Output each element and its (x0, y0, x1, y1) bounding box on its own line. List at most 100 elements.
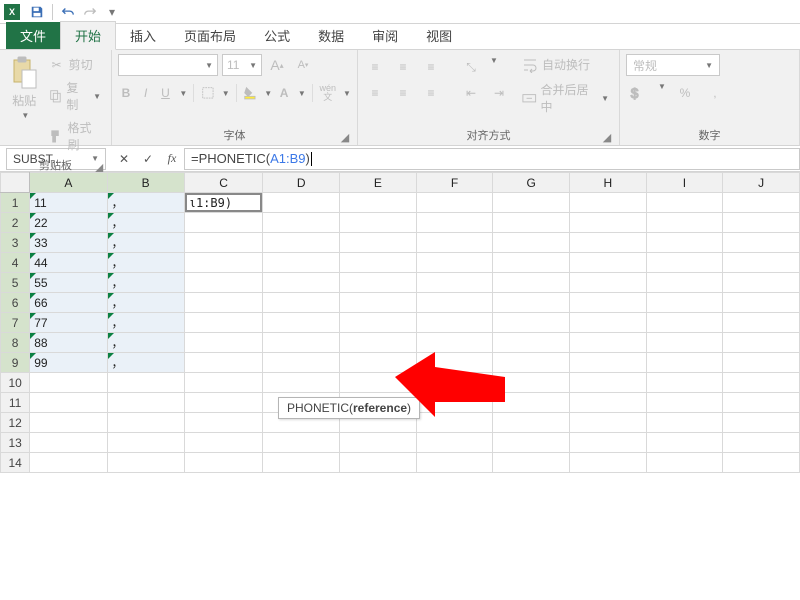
cell-I9[interactable] (646, 353, 723, 373)
cell-C14[interactable] (184, 453, 263, 473)
cell-C10[interactable] (184, 373, 263, 393)
shrink-font-button[interactable]: A▾ (292, 54, 314, 76)
cell-G1[interactable] (493, 193, 570, 213)
phonetic-guide-button[interactable]: wén文 (319, 82, 338, 104)
dialog-launcher-icon[interactable]: ◢ (601, 131, 613, 143)
cell-H6[interactable] (570, 293, 647, 313)
cell-A9[interactable]: 99 (30, 353, 107, 373)
cell-J12[interactable] (723, 413, 800, 433)
cell-F3[interactable] (416, 233, 493, 253)
cell-I5[interactable] (646, 273, 723, 293)
cell-H14[interactable] (570, 453, 647, 473)
border-button[interactable] (200, 82, 216, 104)
font-color-button[interactable]: A (276, 82, 292, 104)
cell-A7[interactable]: 77 (30, 313, 107, 333)
row-header-13[interactable]: 13 (1, 433, 30, 453)
comma-style-button[interactable]: , (704, 82, 726, 104)
cell-D1[interactable] (263, 193, 340, 213)
row-header-1[interactable]: 1 (1, 193, 30, 213)
cell-F2[interactable] (416, 213, 493, 233)
cell-G3[interactable] (493, 233, 570, 253)
cell-J8[interactable] (723, 333, 800, 353)
cell-A13[interactable] (30, 433, 107, 453)
tab-page-layout[interactable]: 页面布局 (170, 22, 250, 49)
cell-I14[interactable] (646, 453, 723, 473)
cell-A12[interactable] (30, 413, 107, 433)
col-header-G[interactable]: G (493, 173, 570, 193)
col-header-J[interactable]: J (723, 173, 800, 193)
cell-H4[interactable] (570, 253, 647, 273)
cell-J6[interactable] (723, 293, 800, 313)
cell-H5[interactable] (570, 273, 647, 293)
cell-E5[interactable] (340, 273, 417, 293)
cell-F6[interactable] (416, 293, 493, 313)
decrease-indent-icon[interactable]: ⇤ (460, 82, 482, 104)
cell-B1[interactable]: ， (107, 193, 184, 213)
cell-A10[interactable] (30, 373, 107, 393)
cell-I12[interactable] (646, 413, 723, 433)
cell-E4[interactable] (340, 253, 417, 273)
cell-H1[interactable] (570, 193, 647, 213)
cell-A8[interactable]: 88 (30, 333, 107, 353)
worksheet[interactable]: PHONETIC(reference) ABCDEFGHIJ 111，ι1:B9… (0, 172, 800, 473)
cell-C12[interactable] (184, 413, 263, 433)
row-header-6[interactable]: 6 (1, 293, 30, 313)
cell-A6[interactable]: 66 (30, 293, 107, 313)
cell-J3[interactable] (723, 233, 800, 253)
cell-D4[interactable] (263, 253, 340, 273)
insert-function-button[interactable]: fx (160, 148, 184, 170)
cell-D6[interactable] (263, 293, 340, 313)
cell-C11[interactable] (184, 393, 263, 413)
tab-insert[interactable]: 插入 (116, 22, 170, 49)
cell-C6[interactable] (184, 293, 263, 313)
cut-button[interactable]: ✂剪切 (45, 54, 105, 75)
cell-B9[interactable]: ， (107, 353, 184, 373)
tab-home[interactable]: 开始 (60, 21, 116, 50)
cell-H13[interactable] (570, 433, 647, 453)
cell-I11[interactable] (646, 393, 723, 413)
cell-E1[interactable] (340, 193, 417, 213)
cell-H12[interactable] (570, 413, 647, 433)
cell-F13[interactable] (416, 433, 493, 453)
formula-input[interactable]: =PHONETIC(A1:B9) (184, 148, 800, 170)
qat-save-icon[interactable] (27, 2, 47, 22)
grow-font-button[interactable]: A▴ (266, 54, 288, 76)
row-header-5[interactable]: 5 (1, 273, 30, 293)
row-header-11[interactable]: 11 (1, 393, 30, 413)
cell-C1[interactable]: ι1:B9) (184, 193, 263, 213)
wrap-text-button[interactable]: 自动换行 (518, 54, 613, 75)
cell-F5[interactable] (416, 273, 493, 293)
cell-G2[interactable] (493, 213, 570, 233)
align-top-icon[interactable]: ≡ (364, 56, 386, 78)
percent-button[interactable]: % (674, 82, 696, 104)
paste-button[interactable]: 粘贴 ▼ (6, 54, 43, 155)
col-header-C[interactable]: C (184, 173, 263, 193)
align-middle-icon[interactable]: ≡ (392, 56, 414, 78)
tab-review[interactable]: 审阅 (358, 22, 412, 49)
cell-G10[interactable] (493, 373, 570, 393)
cell-A1[interactable]: 11 (30, 193, 107, 213)
qat-customize-icon[interactable]: ▾ (102, 2, 122, 22)
cell-A14[interactable] (30, 453, 107, 473)
orientation-button[interactable]: ⤡ (460, 56, 482, 78)
cell-A4[interactable]: 44 (30, 253, 107, 273)
cell-E13[interactable] (340, 433, 417, 453)
cell-B13[interactable] (107, 433, 184, 453)
cell-J9[interactable] (723, 353, 800, 373)
cell-B14[interactable] (107, 453, 184, 473)
cell-B2[interactable]: ， (107, 213, 184, 233)
cell-J13[interactable] (723, 433, 800, 453)
confirm-edit-button[interactable]: ✓ (136, 148, 160, 170)
cell-F4[interactable] (416, 253, 493, 273)
cell-I6[interactable] (646, 293, 723, 313)
cell-J11[interactable] (723, 393, 800, 413)
align-bottom-icon[interactable]: ≡ (420, 56, 442, 78)
dialog-launcher-icon[interactable]: ◢ (339, 131, 351, 143)
cell-I2[interactable] (646, 213, 723, 233)
align-right-icon[interactable]: ≡ (420, 82, 442, 104)
cell-F11[interactable] (416, 393, 493, 413)
cell-F14[interactable] (416, 453, 493, 473)
bold-button[interactable]: B (118, 82, 134, 104)
cell-G5[interactable] (493, 273, 570, 293)
cell-G11[interactable] (493, 393, 570, 413)
